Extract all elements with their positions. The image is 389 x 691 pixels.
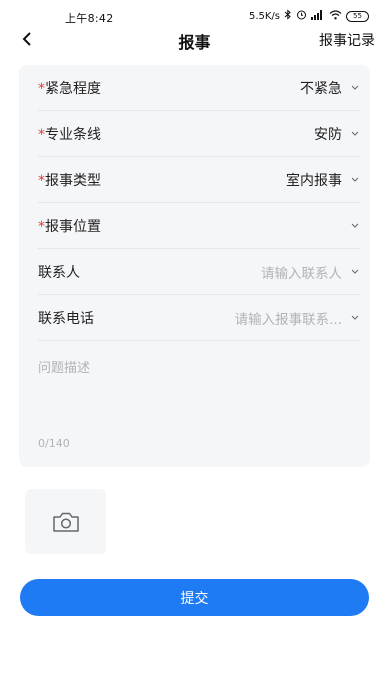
discipline-value: 安防 [314,126,342,143]
status-time: 上午8:42 [65,12,114,25]
submit-button[interactable]: 提交 [20,579,369,616]
report-form: *紧急程度 不紧急 *专业条线 安防 *报事类型 室内报事 *报事位置 联系人 … [19,65,370,467]
report-history-link[interactable]: 报事记录 [319,30,375,50]
report-type-label: 报事类型 [45,172,101,189]
discipline-label: 专业条线 [45,126,101,143]
required-mark: * [38,218,45,235]
report-location-label: 报事位置 [45,218,101,235]
contact-name-field[interactable]: 联系人 请输入联系人 [38,249,360,295]
chevron-down-icon [350,83,360,93]
description-placeholder: 问题描述 [38,361,91,376]
alarm-icon [296,9,307,23]
report-location-select[interactable]: *报事位置 [38,203,360,249]
contact-name-placeholder: 请输入联系人 [261,265,342,282]
report-type-value: 室内报事 [286,172,342,189]
chevron-left-icon [22,32,31,46]
nav-bar: 报事 报事记录 [0,26,389,52]
chevron-down-icon [350,129,360,139]
camera-icon [52,512,79,532]
bluetooth-icon [284,9,292,23]
chevron-down-icon [350,175,360,185]
urgency-value: 不紧急 [300,80,342,97]
char-counter: 0/140 [38,437,70,450]
wifi-icon [329,9,342,23]
back-button[interactable] [16,28,38,50]
required-mark: * [38,80,45,97]
chevron-down-icon [350,221,360,231]
urgency-select[interactable]: *紧急程度 不紧急 [38,65,360,111]
required-mark: * [38,126,45,143]
urgency-label: 紧急程度 [45,80,101,97]
discipline-select[interactable]: *专业条线 安防 [38,111,360,157]
problem-description-textarea[interactable]: 问题描述 0/140 [38,293,360,450]
contact-name-label: 联系人 [38,264,80,281]
required-mark: * [38,172,45,189]
report-type-select[interactable]: *报事类型 室内报事 [38,157,360,203]
network-speed: 5.5K/s [248,10,280,22]
status-icons: 5.5K/s 55 [249,9,369,23]
add-photo-button[interactable] [25,489,106,554]
chevron-down-icon [350,267,360,277]
battery-icon: 55 [346,10,369,22]
signal-icon [311,9,325,23]
